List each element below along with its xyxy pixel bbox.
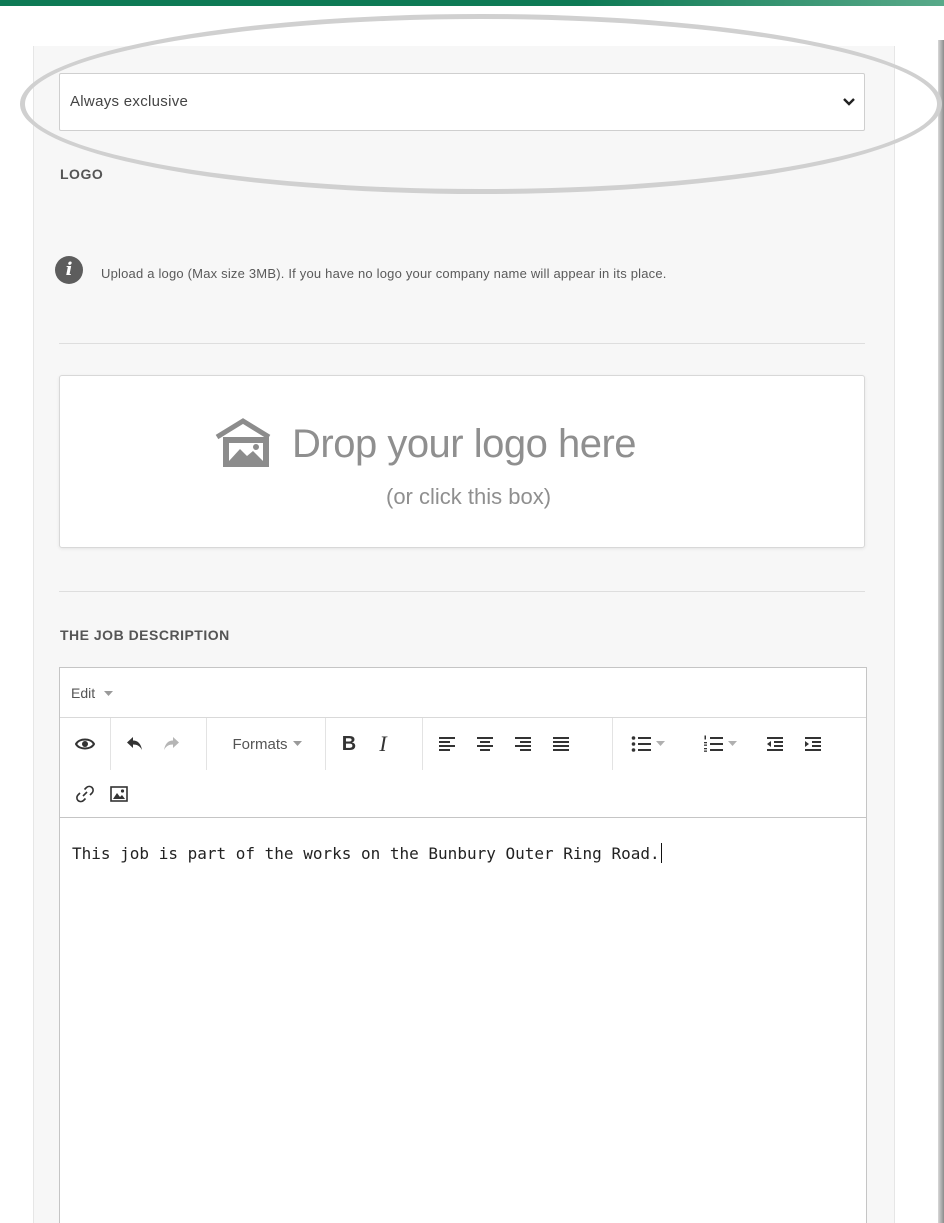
redo-button[interactable] bbox=[154, 724, 188, 764]
align-justify-icon bbox=[552, 736, 570, 752]
insert-image-button[interactable] bbox=[102, 774, 136, 814]
toolbar-separator bbox=[206, 718, 207, 770]
job-description-text: This job is part of the works on the Bun… bbox=[72, 844, 660, 863]
dropzone-title: Drop your logo here bbox=[292, 422, 637, 466]
link-icon bbox=[76, 785, 94, 803]
edit-menu[interactable]: Edit bbox=[71, 685, 114, 701]
indent-icon bbox=[804, 736, 822, 752]
align-right-icon bbox=[514, 736, 532, 752]
toolbar-separator bbox=[325, 718, 326, 770]
exclusivity-select[interactable]: Always exclusive bbox=[59, 73, 865, 131]
toolbar-separator bbox=[612, 718, 613, 770]
undo-button[interactable] bbox=[118, 724, 152, 764]
edit-menu-label: Edit bbox=[71, 685, 96, 701]
caret-down-icon bbox=[728, 741, 737, 747]
align-center-button[interactable] bbox=[468, 724, 502, 764]
toolbar-separator bbox=[422, 718, 423, 770]
toolbar-separator bbox=[110, 718, 111, 770]
chevron-down-icon bbox=[842, 96, 856, 108]
divider bbox=[59, 591, 865, 592]
indent-button[interactable] bbox=[796, 724, 830, 764]
insert-link-button[interactable] bbox=[68, 774, 102, 814]
caret-down-icon bbox=[656, 741, 665, 747]
info-icon: i bbox=[55, 256, 83, 284]
dropzone-subtitle: (or click this box) bbox=[386, 484, 552, 509]
image-icon bbox=[110, 786, 128, 802]
logo-info-text: Upload a logo (Max size 3MB). If you hav… bbox=[101, 266, 667, 281]
undo-icon bbox=[126, 736, 144, 752]
numbered-list-button[interactable] bbox=[690, 724, 750, 764]
formats-dropdown[interactable]: Formats bbox=[214, 724, 320, 764]
editor-content-area[interactable]: This job is part of the works on the Bun… bbox=[72, 843, 662, 863]
logo-section-label: LOGO bbox=[60, 166, 104, 182]
formats-label: Formats bbox=[232, 735, 288, 753]
outdent-button[interactable] bbox=[758, 724, 792, 764]
bold-button[interactable]: B bbox=[332, 724, 366, 764]
align-right-button[interactable] bbox=[506, 724, 540, 764]
align-center-icon bbox=[476, 736, 494, 752]
top-bar bbox=[0, 0, 944, 6]
align-left-button[interactable] bbox=[430, 724, 464, 764]
caret-down-icon bbox=[292, 741, 302, 747]
job-description-label: THE JOB DESCRIPTION bbox=[60, 627, 230, 643]
preview-button[interactable] bbox=[68, 724, 102, 764]
text-cursor bbox=[660, 843, 662, 863]
bullet-list-icon bbox=[631, 736, 651, 752]
eye-icon bbox=[75, 737, 95, 751]
editor-menubar: Edit bbox=[60, 668, 866, 718]
italic-button[interactable]: I bbox=[366, 724, 400, 764]
image-upload-icon bbox=[213, 415, 273, 471]
outdent-icon bbox=[766, 736, 784, 752]
page-edge-shadow bbox=[938, 40, 944, 1223]
numbered-list-icon bbox=[703, 735, 723, 753]
editor-toolbar: Formats B I bbox=[60, 718, 866, 818]
exclusivity-select-value: Always exclusive bbox=[70, 93, 189, 110]
redo-icon bbox=[162, 736, 180, 752]
logo-dropzone[interactable]: Drop your logo here (or click this box) bbox=[59, 375, 865, 548]
divider bbox=[59, 343, 865, 344]
align-left-icon bbox=[438, 736, 456, 752]
caret-down-icon bbox=[104, 691, 114, 697]
rich-text-editor: Edit Formats B I This job is part of the… bbox=[59, 667, 867, 1223]
align-justify-button[interactable] bbox=[544, 724, 578, 764]
bullet-list-button[interactable] bbox=[618, 724, 678, 764]
